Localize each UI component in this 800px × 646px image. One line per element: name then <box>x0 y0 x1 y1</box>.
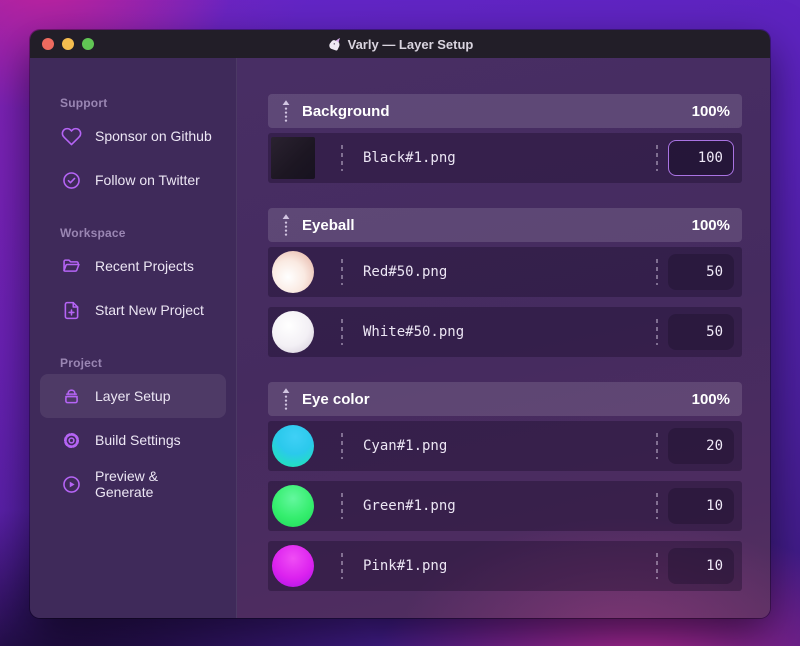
layer-setup-panel: Background 100% Black#1.png 100 Eyeball … <box>237 58 770 618</box>
file-plus-icon <box>60 299 82 321</box>
desktop: { "window": { "title": "Varly — Layer Se… <box>0 0 800 646</box>
dashed-divider <box>656 145 658 171</box>
sidebar-item-label: Follow on Twitter <box>95 172 200 188</box>
layer-group-eyeball: Eyeball 100% Red#50.png White#50.png <box>268 208 742 357</box>
sidebar-section-workspace: Workspace Recent Projects Start New Proj… <box>40 226 226 332</box>
weight-input[interactable] <box>668 548 734 584</box>
layer-thumbnail <box>271 250 315 294</box>
dashed-divider <box>341 319 343 345</box>
sidebar-item-start-new-project[interactable]: Start New Project <box>40 288 226 332</box>
dashed-divider <box>341 145 343 171</box>
group-opacity: 100% <box>691 102 730 120</box>
sidebar-item-label: Start New Project <box>95 302 204 318</box>
group-title: Eyeball <box>302 216 355 234</box>
group-opacity: 100% <box>691 216 730 234</box>
layer-thumbnail <box>271 424 315 468</box>
zoom-button[interactable] <box>82 38 94 50</box>
dashed-divider <box>341 553 343 579</box>
weight-input[interactable] <box>668 314 734 350</box>
layer-filename: Pink#1.png <box>363 558 448 574</box>
weight-control <box>656 254 734 290</box>
weight-control <box>656 314 734 350</box>
group-title: Background <box>302 102 390 120</box>
layer-group-eye-color: Eye color 100% Cyan#1.png Green#1.png <box>268 382 742 591</box>
sidebar-section-project: Project Layer Setup Build Settings Previ… <box>40 356 226 506</box>
dashed-divider <box>656 433 658 459</box>
weight-control <box>656 548 734 584</box>
layer-group-background: Background 100% Black#1.png <box>268 94 742 183</box>
app-window: Varly — Layer Setup Support Sponsor on G… <box>30 30 770 618</box>
dashed-divider <box>341 493 343 519</box>
group-header: Eye color 100% <box>268 382 742 416</box>
sidebar-item-label: Sponsor on Github <box>95 128 212 144</box>
group-header: Eyeball 100% <box>268 208 742 242</box>
layer-thumbnail <box>271 310 315 354</box>
layer-filename: Cyan#1.png <box>363 438 448 454</box>
folder-icon <box>60 255 82 277</box>
layer-row[interactable]: Green#1.png <box>268 481 742 531</box>
weight-control <box>656 488 734 524</box>
group-opacity: 100% <box>691 390 730 408</box>
drag-handle-icon[interactable] <box>280 387 292 411</box>
dashed-divider <box>341 259 343 285</box>
unicorn-app-icon <box>327 37 342 52</box>
weight-control <box>656 140 734 176</box>
sidebar-section-support: Support Sponsor on Github Follow on Twit… <box>40 96 226 202</box>
sidebar: Support Sponsor on Github Follow on Twit… <box>30 58 237 618</box>
sidebar-item-build-settings[interactable]: Build Settings <box>40 418 226 462</box>
weight-input[interactable] <box>668 428 734 464</box>
play-circle-icon <box>60 473 82 495</box>
layer-thumbnail <box>271 484 315 528</box>
sidebar-item-label: Recent Projects <box>95 258 194 274</box>
dashed-divider <box>656 553 658 579</box>
close-button[interactable] <box>42 38 54 50</box>
layer-row[interactable]: Black#1.png <box>268 133 742 183</box>
sidebar-item-layer-setup[interactable]: Layer Setup <box>40 374 226 418</box>
layers-icon <box>60 385 82 407</box>
minimize-button[interactable] <box>62 38 74 50</box>
dashed-divider <box>656 493 658 519</box>
sidebar-item-label: Layer Setup <box>95 388 171 404</box>
layer-thumbnail <box>271 544 315 588</box>
gear-icon <box>60 429 82 451</box>
group-title: Eye color <box>302 390 370 408</box>
section-label: Workspace <box>60 226 126 240</box>
sidebar-item-sponsor-on-github[interactable]: Sponsor on Github <box>40 114 226 158</box>
dashed-divider <box>656 319 658 345</box>
badge-check-icon <box>60 169 82 191</box>
window-body: Support Sponsor on Github Follow on Twit… <box>30 58 770 618</box>
titlebar: Varly — Layer Setup <box>30 30 770 58</box>
weight-input[interactable] <box>668 254 734 290</box>
layer-filename: White#50.png <box>363 324 465 340</box>
layer-row[interactable]: Pink#1.png <box>268 541 742 591</box>
sidebar-item-label: Preview & Generate <box>95 468 159 500</box>
group-header: Background 100% <box>268 94 742 128</box>
section-label: Support <box>60 96 108 110</box>
section-label: Project <box>60 356 103 370</box>
dashed-divider <box>656 259 658 285</box>
layer-row[interactable]: White#50.png <box>268 307 742 357</box>
dashed-divider <box>341 433 343 459</box>
sidebar-item-recent-projects[interactable]: Recent Projects <box>40 244 226 288</box>
window-title: Varly — Layer Setup <box>327 37 473 52</box>
sidebar-item-follow-on-twitter[interactable]: Follow on Twitter <box>40 158 226 202</box>
heart-icon <box>60 125 82 147</box>
weight-input[interactable] <box>668 488 734 524</box>
traffic-lights <box>42 38 94 50</box>
sidebar-item-preview-generate[interactable]: Preview & Generate <box>40 462 226 506</box>
layer-filename: Green#1.png <box>363 498 456 514</box>
layer-filename: Red#50.png <box>363 264 448 280</box>
layer-row[interactable]: Red#50.png <box>268 247 742 297</box>
drag-handle-icon[interactable] <box>280 213 292 237</box>
layer-filename: Black#1.png <box>363 150 456 166</box>
weight-control <box>656 428 734 464</box>
layer-row[interactable]: Cyan#1.png <box>268 421 742 471</box>
weight-input[interactable] <box>668 140 734 176</box>
sidebar-item-label: Build Settings <box>95 432 181 448</box>
drag-handle-icon[interactable] <box>280 99 292 123</box>
layer-thumbnail <box>271 136 315 180</box>
